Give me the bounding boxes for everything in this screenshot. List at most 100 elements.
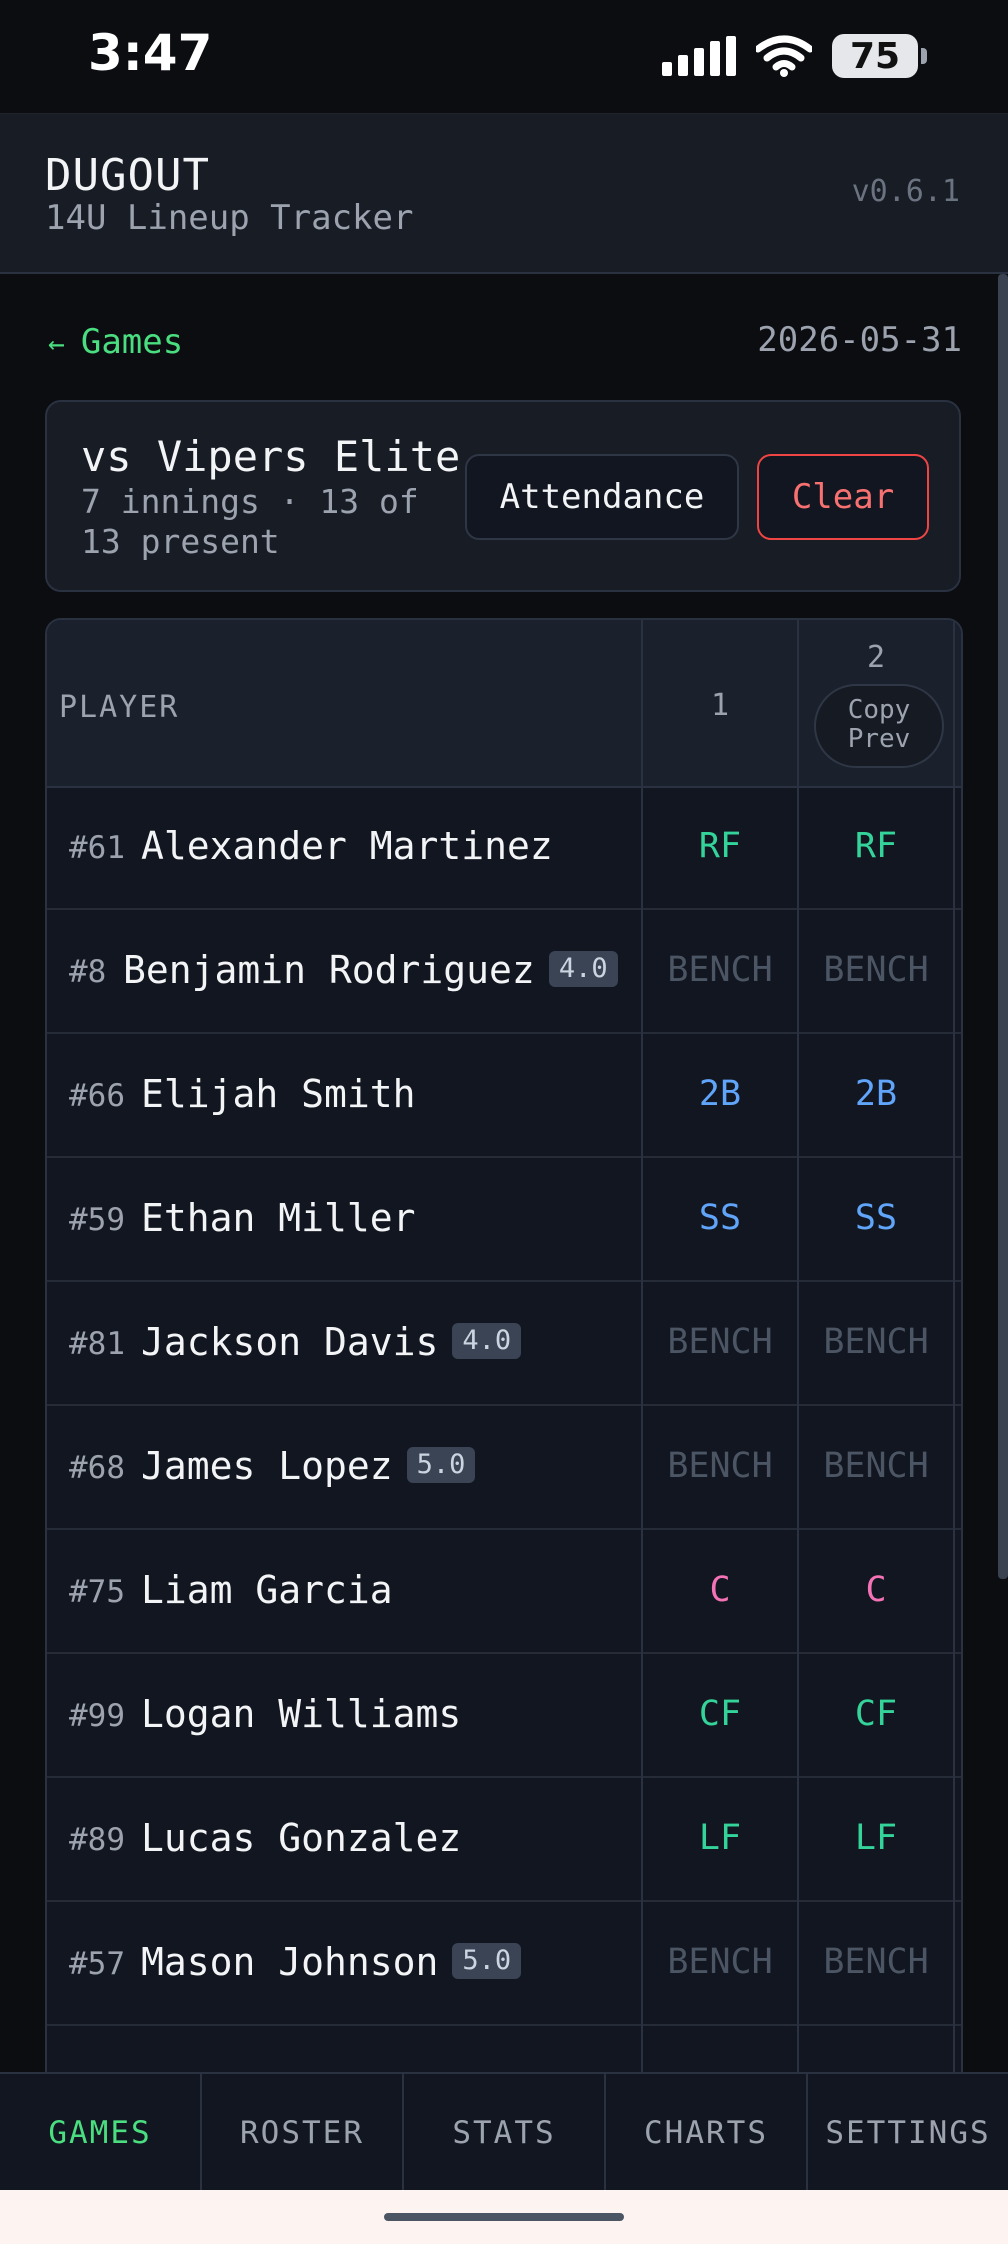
player-name[interactable]: Elijah Smith <box>141 1072 416 1116</box>
player-name-text: Mason Johnson <box>141 1940 439 1984</box>
position-cell[interactable]: BENCH <box>642 1446 798 1486</box>
back-arrow-icon: ← <box>48 327 65 360</box>
column-divider <box>641 620 643 2074</box>
clear-button[interactable]: Clear <box>757 454 929 540</box>
player-name[interactable]: Alexander Martinez <box>141 824 553 868</box>
player-name[interactable]: Liam Garcia <box>141 1568 393 1612</box>
player-name-text: James Lopez <box>141 1444 393 1488</box>
tab-charts[interactable]: CHARTS <box>606 2074 808 2192</box>
player-name-text: Logan Williams <box>141 1692 462 1736</box>
tab-stats[interactable]: STATS <box>404 2074 606 2192</box>
player-name[interactable]: Mason Johnson 5.0 <box>141 1940 522 1984</box>
player-row: #8 Benjamin Rodriguez 4.0 BENCH BENCH <box>47 910 961 1034</box>
player-row: #75 Liam Garcia C C <box>47 1530 961 1654</box>
lineup-grid: PLAYER 1 2 Copy Prev #61 Alexander Martin… <box>45 618 963 2074</box>
player-name-text: Lucas Gonzalez <box>141 1816 462 1860</box>
position-cell[interactable]: 2B <box>642 1074 798 1114</box>
position-cell[interactable]: RF <box>642 826 798 866</box>
inning-header-2: 2 <box>866 640 886 675</box>
tab-games[interactable]: GAMES <box>0 2074 202 2192</box>
player-name[interactable]: James Lopez 5.0 <box>141 1444 476 1488</box>
inning-header-1: 1 <box>710 688 730 723</box>
player-name-text: Alexander Martinez <box>141 824 553 868</box>
player-rating-badge: 5.0 <box>406 1446 476 1483</box>
player-row: #59 Ethan Miller SS SS <box>47 1158 961 1282</box>
player-number: #81 <box>69 1326 125 1362</box>
player-row: #66 Elijah Smith 2B 2B <box>47 1034 961 1158</box>
position-cell[interactable]: CF <box>798 1694 954 1734</box>
player-name[interactable]: Benjamin Rodriguez 4.0 <box>123 948 618 992</box>
game-date: 2026-05-31 <box>757 320 962 360</box>
battery-icon: 75 <box>832 34 927 78</box>
position-cell[interactable]: BENCH <box>642 950 798 990</box>
column-divider <box>797 620 799 2074</box>
player-rating-badge: 4.0 <box>548 950 618 987</box>
player-number: #59 <box>69 1202 125 1238</box>
column-divider <box>953 620 955 2074</box>
position-cell[interactable]: BENCH <box>642 1322 798 1362</box>
player-name-text: Jackson Davis <box>141 1320 439 1364</box>
main-content: ← Games 2026-05-31 vs Vipers Elite 7 inni… <box>0 274 1008 2074</box>
back-to-games-link[interactable]: ← Games <box>48 322 183 362</box>
app-version: v0.6.1 <box>851 174 960 209</box>
player-number: #89 <box>69 1822 125 1858</box>
player-name-text: Elijah Smith <box>141 1072 416 1116</box>
player-name[interactable]: Jackson Davis 4.0 <box>141 1320 522 1364</box>
signal-icon <box>662 36 736 76</box>
position-cell[interactable]: 2B <box>798 1074 954 1114</box>
player-row: #99 Logan Williams CF CF <box>47 1654 961 1778</box>
player-name-text: Ethan Miller <box>141 1196 416 1240</box>
player-name[interactable]: Lucas Gonzalez <box>141 1816 461 1860</box>
tab-settings[interactable]: SETTINGS <box>808 2074 1008 2192</box>
position-cell[interactable]: BENCH <box>798 1446 954 1486</box>
position-cell[interactable]: BENCH <box>642 1942 798 1982</box>
home-indicator[interactable] <box>384 2213 624 2221</box>
game-opponent: vs Vipers Elite <box>81 432 461 481</box>
position-cell[interactable]: BENCH <box>798 950 954 990</box>
player-name[interactable]: Logan Williams <box>141 1692 461 1736</box>
wifi-icon <box>756 35 812 77</box>
player-name[interactable]: Ethan Miller <box>141 1196 416 1240</box>
position-cell[interactable]: C <box>642 1570 798 1610</box>
player-number: #66 <box>69 1078 125 1114</box>
position-cell[interactable]: CF <box>642 1694 798 1734</box>
player-number: #61 <box>69 830 125 866</box>
game-card: vs Vipers Elite 7 innings · 13 of 13 pre… <box>45 400 961 592</box>
bottom-tab-bar: GAMES ROSTER STATS CHARTS SETTINGS <box>0 2072 1008 2192</box>
position-cell[interactable]: RF <box>798 826 954 866</box>
player-number: #57 <box>69 1946 125 1982</box>
player-number: #99 <box>69 1698 125 1734</box>
player-row: #68 James Lopez 5.0 BENCH BENCH <box>47 1406 961 1530</box>
player-number: #68 <box>69 1450 125 1486</box>
player-rating-badge: 5.0 <box>452 1942 522 1979</box>
position-cell[interactable]: BENCH <box>798 1322 954 1362</box>
position-cell[interactable]: BENCH <box>798 1942 954 1982</box>
game-meta: 7 innings · 13 of 13 present <box>81 482 419 561</box>
position-cell[interactable]: LF <box>642 1818 798 1858</box>
player-number: #75 <box>69 1574 125 1610</box>
player-row: #61 Alexander Martinez RF RF <box>47 786 961 910</box>
player-row: #81 Jackson Davis 4.0 BENCH BENCH <box>47 1282 961 1406</box>
player-rating-badge: 4.0 <box>452 1322 522 1359</box>
position-cell[interactable]: C <box>798 1570 954 1610</box>
tab-roster[interactable]: ROSTER <box>202 2074 404 2192</box>
position-cell[interactable]: LF <box>798 1818 954 1858</box>
app-title: DUGOUT <box>45 150 210 201</box>
app-header: DUGOUT 14U Lineup Tracker v0.6.1 <box>0 114 1008 274</box>
battery-level: 75 <box>849 35 901 77</box>
attendance-button[interactable]: Attendance <box>465 454 739 540</box>
copy-prev-button[interactable]: Copy Prev <box>814 684 944 768</box>
player-name-text: Benjamin Rodriguez <box>123 948 535 992</box>
player-row: #57 Mason Johnson 5.0 BENCH BENCH <box>47 1902 961 2026</box>
player-name-text: Liam Garcia <box>141 1568 393 1612</box>
status-time: 3:47 <box>88 24 213 82</box>
player-number: #8 <box>69 954 107 990</box>
back-link-label: Games <box>80 322 184 362</box>
grid-header: PLAYER 1 2 Copy Prev <box>47 620 961 788</box>
position-cell[interactable]: SS <box>642 1198 798 1238</box>
status-icons: 75 <box>662 34 927 78</box>
position-cell[interactable]: SS <box>798 1198 954 1238</box>
status-bar: 3:47 75 <box>0 0 1008 115</box>
app-subtitle: 14U Lineup Tracker <box>45 198 414 238</box>
player-row: #89 Lucas Gonzalez LF LF <box>47 1778 961 1902</box>
